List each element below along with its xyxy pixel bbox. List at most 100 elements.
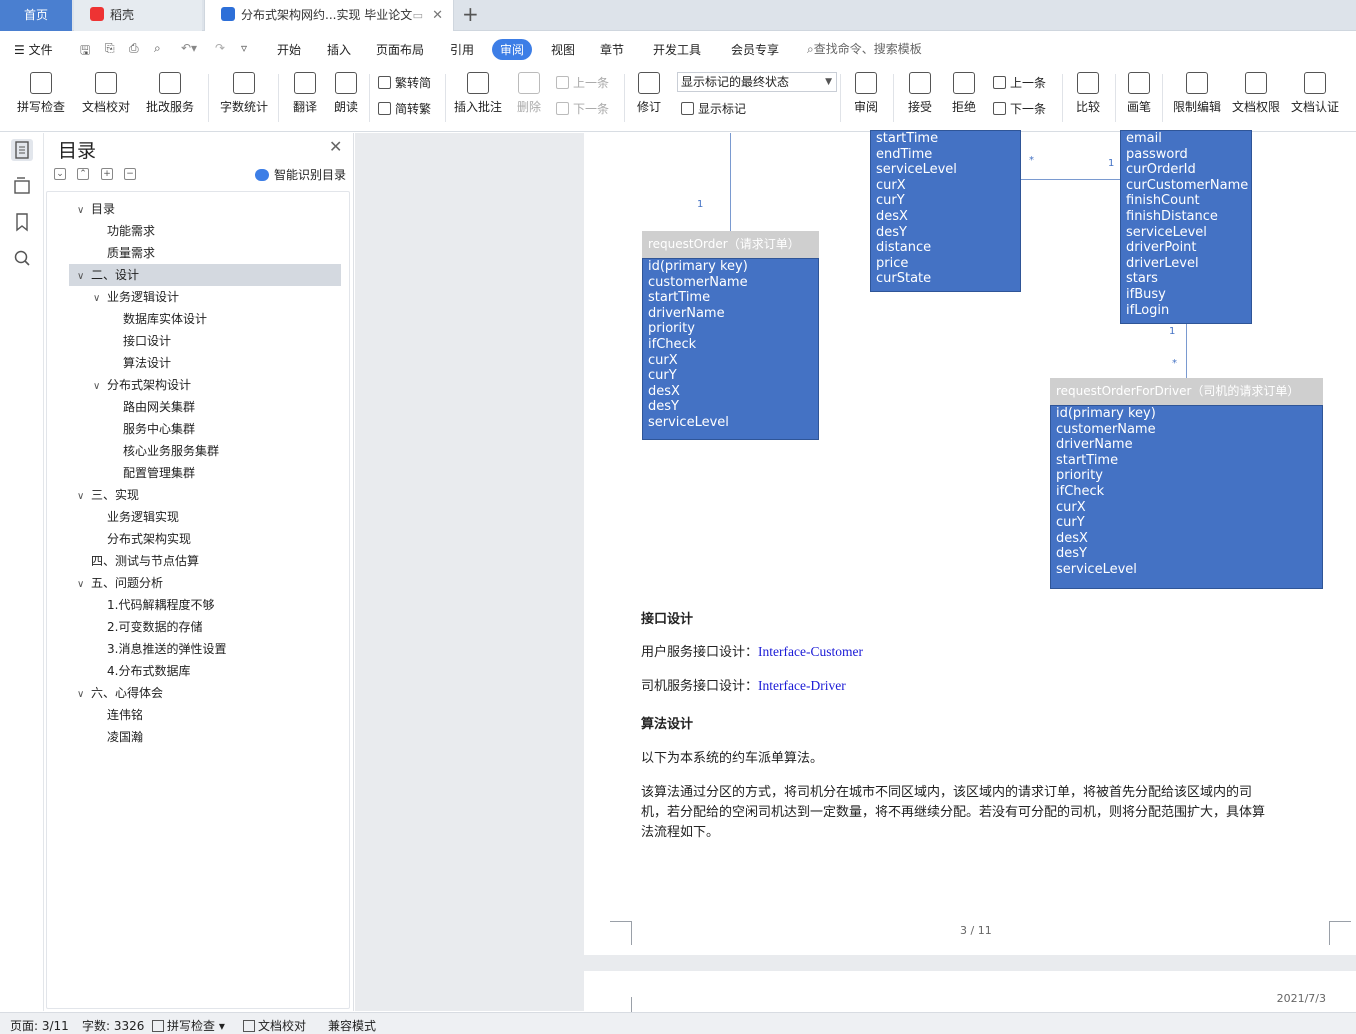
redo-icon[interactable]: ↷ [215, 41, 225, 55]
print-icon[interactable]: ⎙ [129, 41, 139, 56]
chevron-down-icon[interactable]: ∨ [77, 266, 91, 288]
accept-button[interactable]: 接受 [903, 72, 937, 115]
insert-comment-button[interactable]: 插入批注 [454, 72, 502, 115]
toc-item[interactable]: ∨ 二、设计 [69, 264, 341, 286]
cardinality-label: * [1029, 155, 1034, 166]
toc-item[interactable]: ∨ 业务逻辑设计 [93, 286, 179, 308]
file-menu[interactable]: ☰ 文件 [14, 41, 53, 58]
menu-item-layout[interactable]: 页面布局 [376, 41, 424, 58]
bookmark-icon[interactable] [11, 211, 33, 233]
interface-driver-link[interactable]: Interface-Driver [758, 678, 846, 693]
toc-item[interactable]: 服务中心集群 [109, 418, 195, 440]
chevron-down-icon[interactable]: ∨ [77, 200, 91, 222]
chevron-down-icon[interactable]: ∨ [77, 684, 91, 706]
menu-item-devtools[interactable]: 开发工具 [653, 41, 701, 58]
save-icon[interactable]: 🖫 [80, 41, 90, 62]
toc-item[interactable]: 算法设计 [109, 352, 171, 374]
doc-cert-button[interactable]: 文档认证 [1290, 72, 1340, 115]
expand-up-icon[interactable]: ⌃ [77, 168, 89, 180]
toc-item[interactable]: 配置管理集群 [109, 462, 195, 484]
toc-item[interactable]: ∨ 三、实现 [77, 484, 139, 506]
chevron-down-icon[interactable]: ∨ [93, 376, 107, 398]
translate-button[interactable]: 翻译 [287, 72, 323, 115]
status-page[interactable]: 页面: 3/11 [10, 1017, 69, 1034]
toc-item[interactable]: 4.分布式数据库 [93, 660, 190, 682]
toc-view-icon[interactable] [11, 139, 33, 161]
toc-item[interactable]: ∨ 分布式架构设计 [93, 374, 191, 396]
menu-item-review[interactable]: 审阅 [492, 39, 533, 60]
menu-item-member[interactable]: 会员专享 [731, 41, 779, 58]
delete-comment-icon [518, 72, 540, 94]
menu-item-reference[interactable]: 引用 [450, 41, 474, 58]
toc-item[interactable]: ∨ 目录 [77, 198, 115, 220]
toc-item[interactable]: 接口设计 [109, 330, 171, 352]
chevron-down-icon[interactable]: ∨ [93, 288, 107, 310]
toc-item[interactable]: 质量需求 [93, 242, 155, 264]
command-search[interactable]: ⌕查找命令、搜索模板 [807, 40, 922, 57]
tab-home[interactable]: 首页 [0, 0, 72, 31]
tab-close-icon[interactable]: ✕ [432, 0, 443, 31]
toc-item[interactable]: ∨ 六、心得体会 [77, 682, 163, 704]
correct-service-button[interactable]: 批改服务 [141, 72, 199, 115]
toc-item[interactable]: 核心业务服务集群 [109, 440, 219, 462]
toc-item[interactable]: 路由网关集群 [109, 396, 195, 418]
export-pdf-icon[interactable]: ⎘ [105, 41, 115, 56]
menu-item-section[interactable]: 章节 [600, 41, 624, 58]
quick-access-more-icon[interactable]: ▿ [241, 41, 247, 55]
collapse-all-icon[interactable]: ⌄ [54, 168, 66, 180]
remove-heading-icon[interactable]: − [124, 168, 136, 180]
doc-rights-button[interactable]: 文档权限 [1231, 72, 1281, 115]
markup-state-select[interactable]: 显示标记的最终状态 ▼ [677, 72, 837, 92]
doc-proof-button[interactable]: 文档校对 [81, 72, 131, 115]
review-pane-button[interactable]: 审阅 [849, 72, 883, 115]
reject-button[interactable]: 拒绝 [947, 72, 981, 115]
toc-item[interactable]: 四、测试与节点估算 [77, 550, 199, 572]
spell-check-button[interactable]: 拼写检查 [12, 72, 70, 115]
delete-comment-button[interactable]: 删除 [512, 72, 546, 115]
toc-item[interactable]: 2.可变数据的存储 [93, 616, 202, 638]
prev-comment-button[interactable]: 上一条 [556, 74, 609, 91]
toc-item[interactable]: 分布式架构实现 [93, 528, 191, 550]
interface-customer-link[interactable]: Interface-Customer [758, 644, 863, 659]
toc-item[interactable]: 1.代码解耦程度不够 [93, 594, 214, 616]
toc-item[interactable]: 3.消息推送的弹性设置 [93, 638, 226, 660]
toc-item[interactable]: 功能需求 [93, 220, 155, 242]
status-spell-check[interactable]: 拼写检查 ▾ [152, 1017, 225, 1034]
close-icon[interactable]: ✕ [329, 137, 342, 156]
toc-item[interactable]: 数据库实体设计 [109, 308, 207, 330]
print-preview-icon[interactable]: ⌕ [154, 41, 161, 56]
revise-button[interactable]: 修订 [633, 72, 665, 115]
chapter-nav-icon[interactable] [11, 175, 33, 197]
simp-to-trad-button[interactable]: 简转繁 [378, 100, 431, 117]
toc-item[interactable]: 凌国瀚 [93, 726, 143, 748]
word-count-button[interactable]: 字数统计 [219, 72, 269, 115]
toc-item[interactable]: 业务逻辑实现 [93, 506, 179, 528]
word-count-label: 字数统计 [219, 100, 268, 114]
menu-item-start[interactable]: 开始 [277, 41, 301, 58]
chevron-down-icon[interactable]: ∨ [77, 574, 91, 596]
toc-item[interactable]: ∨ 五、问题分析 [77, 572, 163, 594]
status-word-count[interactable]: 字数: 3326 [82, 1017, 144, 1034]
compare-button[interactable]: 比较 [1071, 72, 1105, 115]
menu-item-insert[interactable]: 插入 [327, 41, 351, 58]
tab-restore-icon[interactable]: ▭ [413, 0, 423, 31]
next-change-button[interactable]: 下一条 [993, 100, 1046, 117]
chevron-down-icon[interactable]: ∨ [77, 486, 91, 508]
restrict-edit-button[interactable]: 限制编辑 [1172, 72, 1222, 115]
next-comment-button[interactable]: 下一条 [556, 100, 609, 117]
smart-toc-button[interactable]: 智能识别目录 [255, 166, 346, 183]
read-aloud-button[interactable]: 朗读 [332, 72, 360, 115]
prev-change-button[interactable]: 上一条 [993, 74, 1046, 91]
search-icon[interactable] [11, 247, 33, 269]
show-markup-button[interactable]: 显示标记 [681, 100, 746, 117]
toc-item[interactable]: 连伟铭 [93, 704, 143, 726]
tab-daoke[interactable]: 稻壳 [74, 0, 202, 31]
menu-item-view[interactable]: 视图 [551, 41, 575, 58]
trad-to-simp-button[interactable]: 繁转简 [378, 74, 431, 91]
new-tab-button[interactable]: + [462, 0, 479, 31]
undo-icon[interactable]: ↶▾ [181, 41, 197, 55]
add-heading-icon[interactable]: + [101, 168, 113, 180]
status-doc-proof[interactable]: 文档校对 [243, 1017, 306, 1034]
tab-document[interactable]: 分布式架构网约...实现 毕业论文 ▭ ✕ [204, 0, 454, 31]
pen-button[interactable]: 画笔 [1124, 72, 1154, 115]
